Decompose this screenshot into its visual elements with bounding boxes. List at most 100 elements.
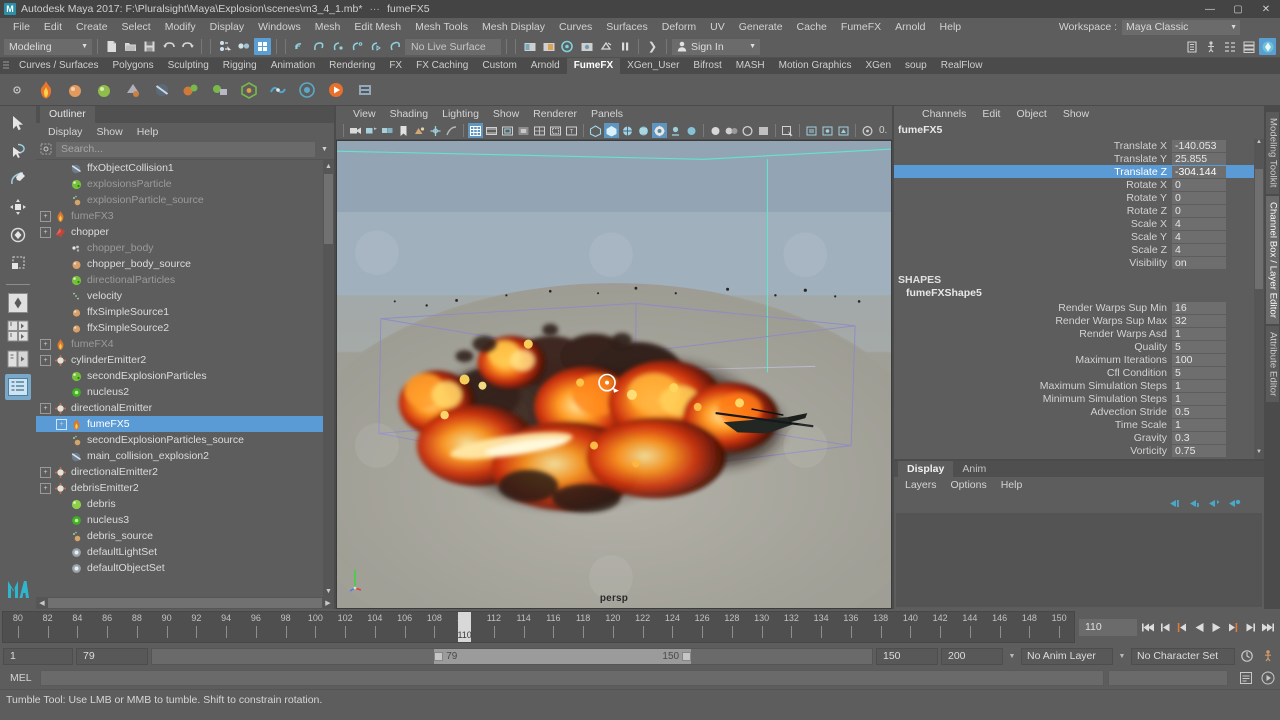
layer-menu-options[interactable]: Options [944,477,994,493]
channel-row[interactable]: Advection Stride 0.5 [894,405,1254,418]
toggle-ui-icon[interactable] [1259,38,1276,55]
outliner-item[interactable]: debris_source [36,528,323,544]
outliner-horizontal-scrollbar[interactable]: ◀ ▶ [36,597,334,609]
light-shadow-icon[interactable] [668,123,683,138]
channel-row[interactable]: Gravity 0.3 [894,431,1254,444]
menu-windows[interactable]: Windows [251,18,308,36]
menu-arnold[interactable]: Arnold [888,18,932,36]
step-back-frame-icon[interactable] [1175,620,1189,634]
channel-value[interactable]: 100 [1172,353,1226,366]
step-forward-frame-icon[interactable] [1226,620,1240,634]
shelf-tab-animation[interactable]: Animation [264,58,322,74]
outliner-item[interactable]: debris [36,496,323,512]
outliner-item[interactable]: nucleus2 [36,384,323,400]
menu-curves[interactable]: Curves [552,18,599,36]
multisample-aa-icon[interactable] [740,123,755,138]
fumefx-wavelet-icon[interactable] [265,77,291,103]
shelf-tab-motion-graphics[interactable]: Motion Graphics [772,58,859,74]
exposure-icon[interactable] [428,123,443,138]
shelf-tab-arnold[interactable]: Arnold [524,58,567,74]
snap-grid-icon[interactable] [291,38,308,55]
shelf-tab-realflow[interactable]: RealFlow [934,58,990,74]
shelf-tab-soup[interactable]: soup [898,58,934,74]
command-output-field[interactable] [1108,670,1228,686]
outliner-item[interactable]: + directionalEmitter [36,400,323,416]
field-chart-icon[interactable] [532,123,547,138]
channel-box-scrollbar[interactable]: ▲ ▼ [1254,139,1264,459]
snap-point-icon[interactable] [329,38,346,55]
outliner-tree[interactable]: ffxObjectCollision1 explosionsParticle e… [36,159,334,597]
menu-mesh-tools[interactable]: Mesh Tools [408,18,475,36]
four-view-layout-icon[interactable] [5,318,31,344]
grid-toggle-icon[interactable] [468,123,483,138]
outliner-tab[interactable]: Outliner [40,106,95,123]
ipr-render-icon[interactable] [540,38,557,55]
save-scene-icon[interactable] [141,38,158,55]
channel-value[interactable]: 5 [1172,340,1226,353]
outliner-menu-show[interactable]: Show [90,124,128,140]
tab-anim-layers[interactable]: Anim [953,461,995,477]
viewport-menu-panels[interactable]: Panels [584,106,630,122]
gamma-icon[interactable] [444,123,459,138]
menu-file[interactable]: File [6,18,37,36]
range-right-grip[interactable] [682,651,692,661]
channel-menu-show[interactable]: Show [1055,106,1097,122]
open-scene-icon[interactable] [122,38,139,55]
shelf-tab-rigging[interactable]: Rigging [216,58,264,74]
viewport-menu-shading[interactable]: Shading [383,106,436,122]
fumefx-preview-icon[interactable] [294,77,320,103]
search-filter-icon[interactable] [39,142,53,156]
outliner-item[interactable]: chopper_body_source [36,256,323,272]
shelf-tab-xgen-user[interactable]: XGen_User [620,58,686,74]
shadow-toggle-icon[interactable] [684,123,699,138]
channel-value[interactable]: 1 [1172,379,1226,392]
render-settings-icon[interactable] [559,38,576,55]
outliner-item[interactable]: velocity [36,288,323,304]
fumefx-sim-icon[interactable] [323,77,349,103]
channel-value[interactable]: 16 [1172,301,1226,314]
animation-preferences-icon[interactable] [1259,648,1277,664]
shelf-tab-sculpting[interactable]: Sculpting [161,58,216,74]
snap-projected-icon[interactable] [348,38,365,55]
xray-active-components-icon[interactable] [836,123,851,138]
exposure-value[interactable]: 0. [879,125,887,136]
layer-menu-layers[interactable]: Layers [898,477,944,493]
expander-plus-icon[interactable]: + [40,226,51,238]
attribute-editor-icon[interactable] [1202,38,1219,55]
command-input[interactable] [40,670,1104,686]
wireframe-on-shaded-icon[interactable] [620,123,635,138]
outliner-item[interactable]: ffxSimpleSource2 [36,320,323,336]
render-current-frame-icon[interactable] [521,38,538,55]
move-layer-down-icon[interactable] [1207,496,1222,510]
fumefx-collision-icon[interactable] [149,77,175,103]
shelf-tab-fumefx[interactable]: FumeFX [566,58,621,74]
command-language-label[interactable]: MEL [4,672,36,684]
create-new-layer-icon[interactable] [1227,496,1242,510]
film-gate-icon[interactable] [484,123,499,138]
scroll-up-icon[interactable]: ▲ [1254,139,1264,149]
texture-shading-icon[interactable] [636,123,651,138]
channel-value[interactable]: 0.75 [1172,444,1226,457]
animation-start-field[interactable]: 1 [3,647,73,665]
viewport-menu-renderer[interactable]: Renderer [526,106,584,122]
redo-icon[interactable] [179,38,196,55]
menu-edit-mesh[interactable]: Edit Mesh [347,18,408,36]
fumefx-source-green-icon[interactable] [91,77,117,103]
motion-blur-icon[interactable] [724,123,739,138]
shelf-tab-curves-surfaces[interactable]: Curves / Surfaces [12,58,105,74]
move-layer-up-fast-icon[interactable] [1167,496,1182,510]
channel-value[interactable]: 25.855 [1172,152,1226,165]
shelf-tab-xgen[interactable]: XGen [858,58,898,74]
shelf-tab-mash[interactable]: MASH [729,58,772,74]
image-plane-icon[interactable] [412,123,427,138]
expander-plus-icon[interactable]: + [40,482,51,494]
script-editor-icon[interactable] [1238,670,1254,686]
rotate-tool-icon[interactable] [5,222,31,248]
xray-joints-icon[interactable] [820,123,835,138]
channel-value[interactable]: 0.5 [1172,405,1226,418]
outliner-item[interactable]: explosionParticle_source [36,192,323,208]
camera-attributes-icon[interactable] [364,123,379,138]
range-slider[interactable]: 79 150 [151,647,873,665]
channel-row[interactable]: Maximum Simulation Steps 1 [894,379,1254,392]
channel-row[interactable]: Scale X 4 [894,217,1254,230]
